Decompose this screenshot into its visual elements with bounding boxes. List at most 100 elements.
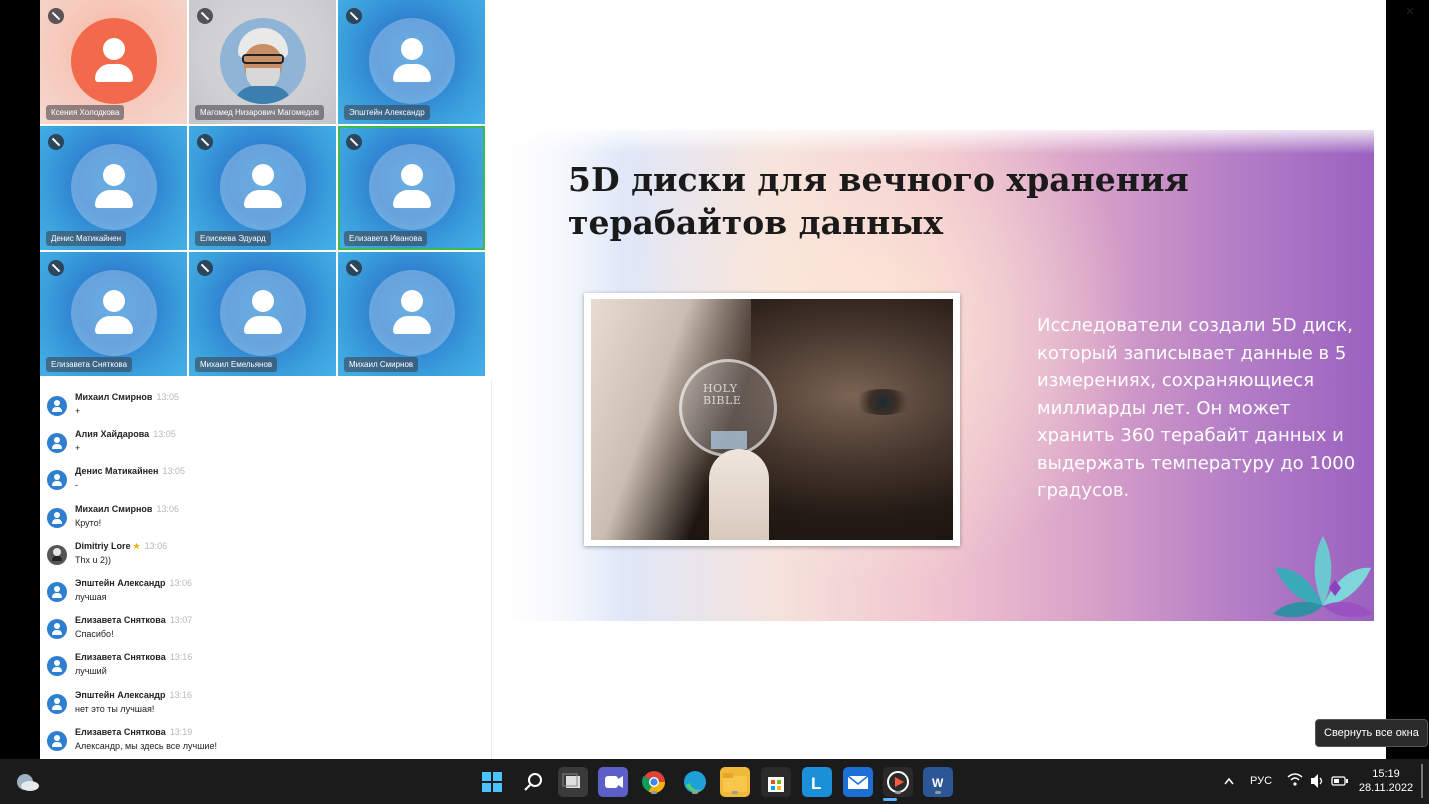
presentation-slide: 5D диски для вечного хранения терабайтов… xyxy=(501,130,1374,621)
message-text: + xyxy=(75,406,81,416)
message-time: 13:05 xyxy=(153,429,176,440)
user-avatar-icon[interactable] xyxy=(47,693,67,714)
person-icon xyxy=(220,144,306,230)
message-text: лучший xyxy=(75,666,107,677)
participant-tile[interactable]: Михаил Смирнов xyxy=(338,252,485,376)
file-explorer-icon[interactable] xyxy=(720,767,750,797)
teams-chat-icon[interactable] xyxy=(598,767,628,797)
person-icon xyxy=(71,18,157,104)
participant-name: Эпштейн Александр xyxy=(344,105,430,120)
message-time: 13:05 xyxy=(156,392,179,402)
message-author[interactable]: Елизавета Сняткова xyxy=(75,652,166,662)
participant-tile[interactable]: Денис Матикайнен xyxy=(40,126,187,250)
user-avatar-icon[interactable] xyxy=(47,619,67,640)
participant-tile[interactable]: Елисеева Эдуард xyxy=(189,126,336,250)
message-header: Михаил Смирнов 13:06 xyxy=(75,504,179,514)
photo-disc-lettering-2: BIBLE xyxy=(703,394,742,407)
slide-title-line-2: терабайтов данных xyxy=(568,203,944,242)
photo-disc-data-chip xyxy=(711,431,747,449)
message-header: Михаил Смирнов 13:05 xyxy=(75,392,179,402)
user-avatar-icon[interactable] xyxy=(47,656,67,677)
clock-date: 28.11.2022 xyxy=(1358,782,1414,794)
active-app-indicator xyxy=(883,798,897,801)
slide-photo-frame: HOLY BIBLE xyxy=(584,293,960,546)
mic-muted-icon xyxy=(197,8,213,24)
chat-message: Елизавета Сняткова 13:16 лучший xyxy=(47,652,467,686)
media-player-icon[interactable] xyxy=(883,767,913,797)
participant-tile[interactable]: Эпштейн Александр xyxy=(338,0,485,124)
task-view-icon[interactable] xyxy=(558,767,588,797)
system-clock[interactable]: 15:19 28.11.2022 xyxy=(1356,767,1416,795)
mic-muted-icon xyxy=(346,134,362,150)
message-header: Елизавета Сняткова 13:16 xyxy=(75,652,192,662)
svg-text:W: W xyxy=(932,776,944,790)
participant-tile[interactable]: Ксения Холодкова xyxy=(40,0,187,124)
chevron-up-icon[interactable] xyxy=(1222,759,1236,804)
word-icon[interactable]: W xyxy=(923,767,953,797)
participant-name: Елисеева Эдуард xyxy=(195,231,271,246)
slide-title: 5D диски для вечного хранения терабайтов… xyxy=(568,158,1268,244)
user-avatar-icon[interactable] xyxy=(47,544,67,565)
wifi-icon[interactable] xyxy=(1287,759,1303,804)
participant-name: Михаил Смирнов xyxy=(344,357,419,372)
message-author[interactable]: Эпштейн Александр xyxy=(75,578,165,588)
message-time: 13:16 xyxy=(169,689,193,700)
message-author[interactable]: Елизавета Сняткова xyxy=(75,727,166,737)
participant-tile[interactable]: Михаил Емельянов xyxy=(189,252,336,376)
photo-eye xyxy=(853,389,913,415)
message-header: Dimitriy Lore ★ 13:06 xyxy=(75,541,167,552)
participant-tile[interactable]: Елизавета Иванова xyxy=(338,126,485,250)
person-icon xyxy=(71,144,157,230)
message-text: нет это ты лучшая! xyxy=(75,703,155,714)
user-avatar-icon[interactable] xyxy=(47,582,67,602)
message-author[interactable]: Михаил Смирнов xyxy=(75,392,152,402)
mic-muted-icon xyxy=(197,260,213,276)
chrome-icon[interactable] xyxy=(639,767,669,797)
photo-disc-lettering: HOLY BIBLE xyxy=(703,383,741,407)
participant-tile[interactable]: Елизавета Сняткова xyxy=(40,252,187,376)
message-author[interactable]: Алия Хайдарова xyxy=(75,429,149,439)
volume-icon[interactable] xyxy=(1309,759,1325,804)
weather-widget-icon[interactable] xyxy=(14,770,40,794)
app-running-indicator xyxy=(692,791,698,794)
message-author[interactable]: Елизавета Сняткова xyxy=(75,615,166,625)
person-icon xyxy=(71,270,157,356)
chat-message: Михаил Смирнов 13:06 Круто! xyxy=(47,504,467,538)
windows-taskbar: L W РУС 15:19 28.11.2022 xyxy=(0,759,1429,804)
desktop-screen: Ксения Холодкова Магомед Низарович Магоме… xyxy=(0,0,1429,804)
slide-background-fade-top xyxy=(501,130,1374,154)
message-time: 13:16 xyxy=(169,652,193,663)
battery-icon[interactable] xyxy=(1331,759,1349,804)
person-icon xyxy=(369,144,455,230)
person-icon xyxy=(369,18,455,104)
message-author[interactable]: Dimitriy Lore xyxy=(75,541,131,551)
mail-icon[interactable] xyxy=(843,767,873,797)
mic-muted-icon xyxy=(197,134,213,150)
message-text: Круто! xyxy=(75,517,102,528)
message-author[interactable]: Михаил Смирнов xyxy=(75,504,152,514)
edge-icon[interactable] xyxy=(680,767,710,797)
user-avatar-icon[interactable] xyxy=(47,396,67,416)
windows-start-icon[interactable] xyxy=(477,767,507,797)
message-header: Елизавета Сняткова 13:07 xyxy=(75,615,192,625)
close-icon[interactable]: × xyxy=(1400,2,1420,22)
user-avatar-icon[interactable] xyxy=(47,507,67,528)
search-icon[interactable] xyxy=(518,767,548,797)
user-avatar-icon[interactable] xyxy=(47,730,67,751)
message-author[interactable]: Эпштейн Александр xyxy=(75,690,165,700)
show-desktop-button[interactable] xyxy=(1421,764,1423,798)
mic-muted-icon xyxy=(48,260,64,276)
lcloud-app-icon[interactable]: L xyxy=(802,767,832,797)
message-author[interactable]: Денис Матикайнен xyxy=(75,466,158,476)
message-text: Александр, мы здесь все лучшие! xyxy=(75,740,217,751)
input-language-indicator[interactable]: РУС xyxy=(1250,759,1272,804)
slide-photo: HOLY BIBLE xyxy=(591,299,953,540)
user-avatar-icon[interactable] xyxy=(47,470,67,491)
slide-title-line-1: 5D диски для вечного хранения xyxy=(568,160,1189,199)
participant-name: Елизавета Сняткова xyxy=(46,357,133,372)
user-avatar-icon[interactable] xyxy=(47,433,67,454)
star-icon: ★ xyxy=(132,540,141,551)
lotus-logo-icon xyxy=(1273,536,1373,618)
store-icon[interactable] xyxy=(761,767,791,797)
participant-tile[interactable]: Магомед Низарович Магомедов xyxy=(189,0,336,124)
